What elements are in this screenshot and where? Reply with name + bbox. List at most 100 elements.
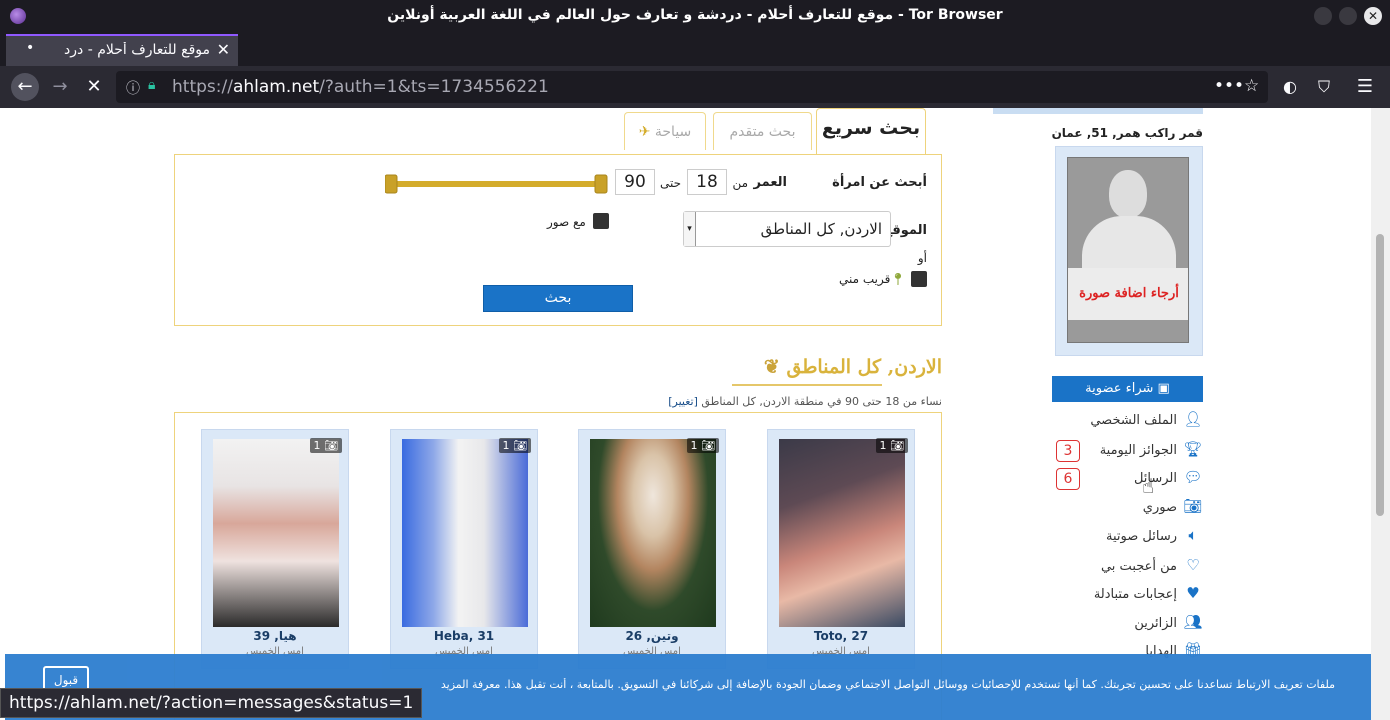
title-underline [732, 384, 882, 386]
profile-photo[interactable] [590, 439, 716, 627]
age-label: العمر [753, 175, 787, 190]
forward-button[interactable]: → [46, 73, 74, 101]
photo-count-badge: 1 📷︎ [309, 438, 342, 453]
with-photos-label: مع صور [547, 215, 586, 229]
tab-active[interactable]: • موقع للتعارف أحلام - درد ✕ [6, 34, 238, 66]
close-window-button[interactable]: ✕ [1364, 7, 1382, 25]
from-label: من [732, 176, 748, 190]
back-button[interactable]: ← [11, 73, 39, 101]
sidebar-item-label: الزائرين [1134, 616, 1177, 631]
sidebar-item-my-photos[interactable]: 📷︎ صوري [1065, 497, 1203, 521]
age-from-field[interactable]: 18 [687, 169, 727, 195]
page-scrollbar[interactable] [1371, 108, 1390, 720]
profile-card[interactable]: 1 📷︎ وتين, 26 امس الخميس [578, 429, 726, 669]
scrollbar-thumb[interactable] [1376, 234, 1384, 516]
sidebar-item-label: الملف الشخصي [1090, 413, 1177, 428]
near-me-checkbox[interactable] [911, 271, 927, 287]
camera-icon: 📷︎ [1183, 497, 1203, 515]
bookmark-star-icon[interactable]: ☆ [1244, 76, 1259, 96]
dropdown-arrow-icon[interactable]: ▾ [684, 212, 696, 246]
sidebar-item-mutual-likes[interactable]: ♥ إعجابات متبادلة [1065, 584, 1203, 608]
sidebar-item-label: صوري [1142, 500, 1177, 515]
photo-count: 1 [879, 439, 887, 452]
profile-name[interactable]: قمر راكب همر, 51, عمان [993, 126, 1203, 140]
near-me-text: قريب مني [839, 272, 891, 286]
camera-icon: 📷︎ [890, 439, 904, 452]
location-value: الاردن, كل المناطق [760, 220, 882, 238]
tab-bar: • موقع للتعارف أحلام - درد ✕ + [0, 32, 1390, 91]
security-shield-icon[interactable]: ⛉ [1310, 73, 1338, 101]
users-icon: 👥︎ [1183, 613, 1203, 631]
minimize-button[interactable] [1314, 7, 1332, 25]
profile-card[interactable]: 1 📷︎ Heba, 31 امس الخميس [390, 429, 538, 669]
change-filter-link[interactable]: [تغيير] [668, 395, 698, 408]
profile-name-age[interactable]: Heba, 31 [391, 629, 537, 643]
age-range-slider[interactable] [385, 173, 613, 195]
profile-name-age[interactable]: هيا, 39 [202, 629, 348, 643]
photo-count-badge: 1 📷︎ [875, 438, 908, 453]
mouse-pointer-icon: ☝ [1142, 474, 1155, 498]
tab-tourism[interactable]: سياحة ✈ [624, 112, 706, 150]
window-titlebar: موقع للتعارف أحلام - دردشة و تعارف حول ا… [0, 0, 1390, 32]
sidebar-top-strip [993, 108, 1203, 114]
search-panel: أبحث عن امرأة العمر من 18 حتى 90 الموقع … [174, 154, 942, 326]
messages-count-badge: 6 [1056, 468, 1080, 490]
profile-card[interactable]: 1 📷︎ Toto, 27 امس الخميس [767, 429, 915, 669]
sidebar-item-daily-prizes[interactable]: 🏆︎ الجوائز اليومية [1065, 440, 1203, 464]
photo-count-badge: 1 📷︎ [686, 438, 719, 453]
stop-loading-button[interactable]: ✕ [80, 73, 108, 101]
profile-name-age[interactable]: Toto, 27 [768, 629, 914, 643]
buy-membership-label: شراء عضوية [1085, 381, 1154, 396]
with-photos-checkbox[interactable] [593, 213, 609, 229]
silhouette-head [1109, 170, 1147, 218]
maximize-button[interactable] [1339, 7, 1357, 25]
ornament-icon: ❦ [763, 356, 780, 378]
photo-count: 1 [690, 439, 698, 452]
tab-close-icon[interactable]: ✕ [217, 40, 230, 59]
to-label: حتى [660, 176, 682, 190]
menu-hamburger-icon[interactable]: ☰ [1351, 73, 1379, 101]
tab-quick-search[interactable]: بحث سريع [816, 108, 926, 155]
tor-circuit-icon[interactable]: ◐ [1276, 73, 1304, 101]
profile-photo[interactable] [213, 439, 339, 627]
url-bar[interactable]: ⓘ 🔒︎ https://ahlam.net/?auth=1&ts=173455… [116, 71, 1268, 103]
avatar-placeholder[interactable]: أرجاء اضافة صورة [1067, 157, 1189, 343]
sidebar-item-label: الرسائل [1133, 471, 1177, 486]
slider-max-handle[interactable] [594, 174, 608, 194]
add-photo-text[interactable]: أرجاء اضافة صورة [1068, 268, 1188, 320]
or-label: أو [917, 251, 927, 265]
page-actions-icon[interactable]: ••• [1214, 76, 1244, 96]
results-title-text: الاردن, كل المناطق [786, 356, 942, 378]
profile-name-age[interactable]: وتين, 26 [579, 629, 725, 643]
sidebar-item-who-liked-me[interactable]: ♡ من أعجبت بي [1065, 556, 1203, 580]
location-select[interactable]: الاردن, كل المناطق ▾ [683, 211, 891, 247]
sidebar-item-label: إعجابات متبادلة [1093, 587, 1177, 602]
profile-photo[interactable] [402, 439, 528, 627]
search-button[interactable]: بحث [483, 285, 633, 312]
camera-icon: 📷︎ [701, 439, 715, 452]
camera-icon: 📷︎ [513, 439, 527, 452]
navigation-bar: ← → ✕ ⓘ 🔒︎ https://ahlam.net/?auth=1&ts=… [0, 66, 1390, 108]
silhouette-body [1082, 216, 1176, 276]
sidebar-item-voice-messages[interactable]: 🔈︎ رسائل صوتية [1065, 526, 1203, 550]
near-me-label: 📍︎قريب مني [839, 272, 906, 286]
age-to-field[interactable]: 90 [615, 169, 655, 195]
site-info-icon[interactable]: ⓘ [126, 78, 140, 98]
url-text[interactable]: https://ahlam.net/?auth=1&ts=1734556221 [172, 77, 549, 97]
photo-count: 1 [313, 439, 321, 452]
tab-advanced-search[interactable]: بحث متقدم [713, 112, 812, 150]
chat-icon: 💬︎ [1183, 468, 1203, 486]
lock-icon: 🔒︎ [148, 77, 156, 93]
avatar-frame[interactable]: أرجاء اضافة صورة [1055, 146, 1203, 356]
buy-membership-button[interactable]: ▣ شراء عضوية [1052, 376, 1203, 402]
heart-icon: ♡ [1186, 556, 1200, 574]
tab-tourism-label: سياحة [654, 124, 692, 140]
sidebar-item-profile[interactable]: 👤︎ الملف الشخصي [1065, 410, 1203, 434]
profile-card[interactable]: 1 📷︎ هيا, 39 امس الخميس [201, 429, 349, 669]
sidebar-item-messages[interactable]: 💬︎ الرسائل [1065, 468, 1203, 492]
location-pin-icon: 📍︎ [890, 272, 906, 286]
sidebar-item-visitors[interactable]: 👥︎ الزائرين [1065, 613, 1203, 637]
slider-min-handle[interactable] [385, 174, 398, 194]
page-content: قمر راكب همر, 51, عمان أرجاء اضافة صورة … [5, 108, 1371, 720]
profile-photo[interactable] [779, 439, 905, 627]
